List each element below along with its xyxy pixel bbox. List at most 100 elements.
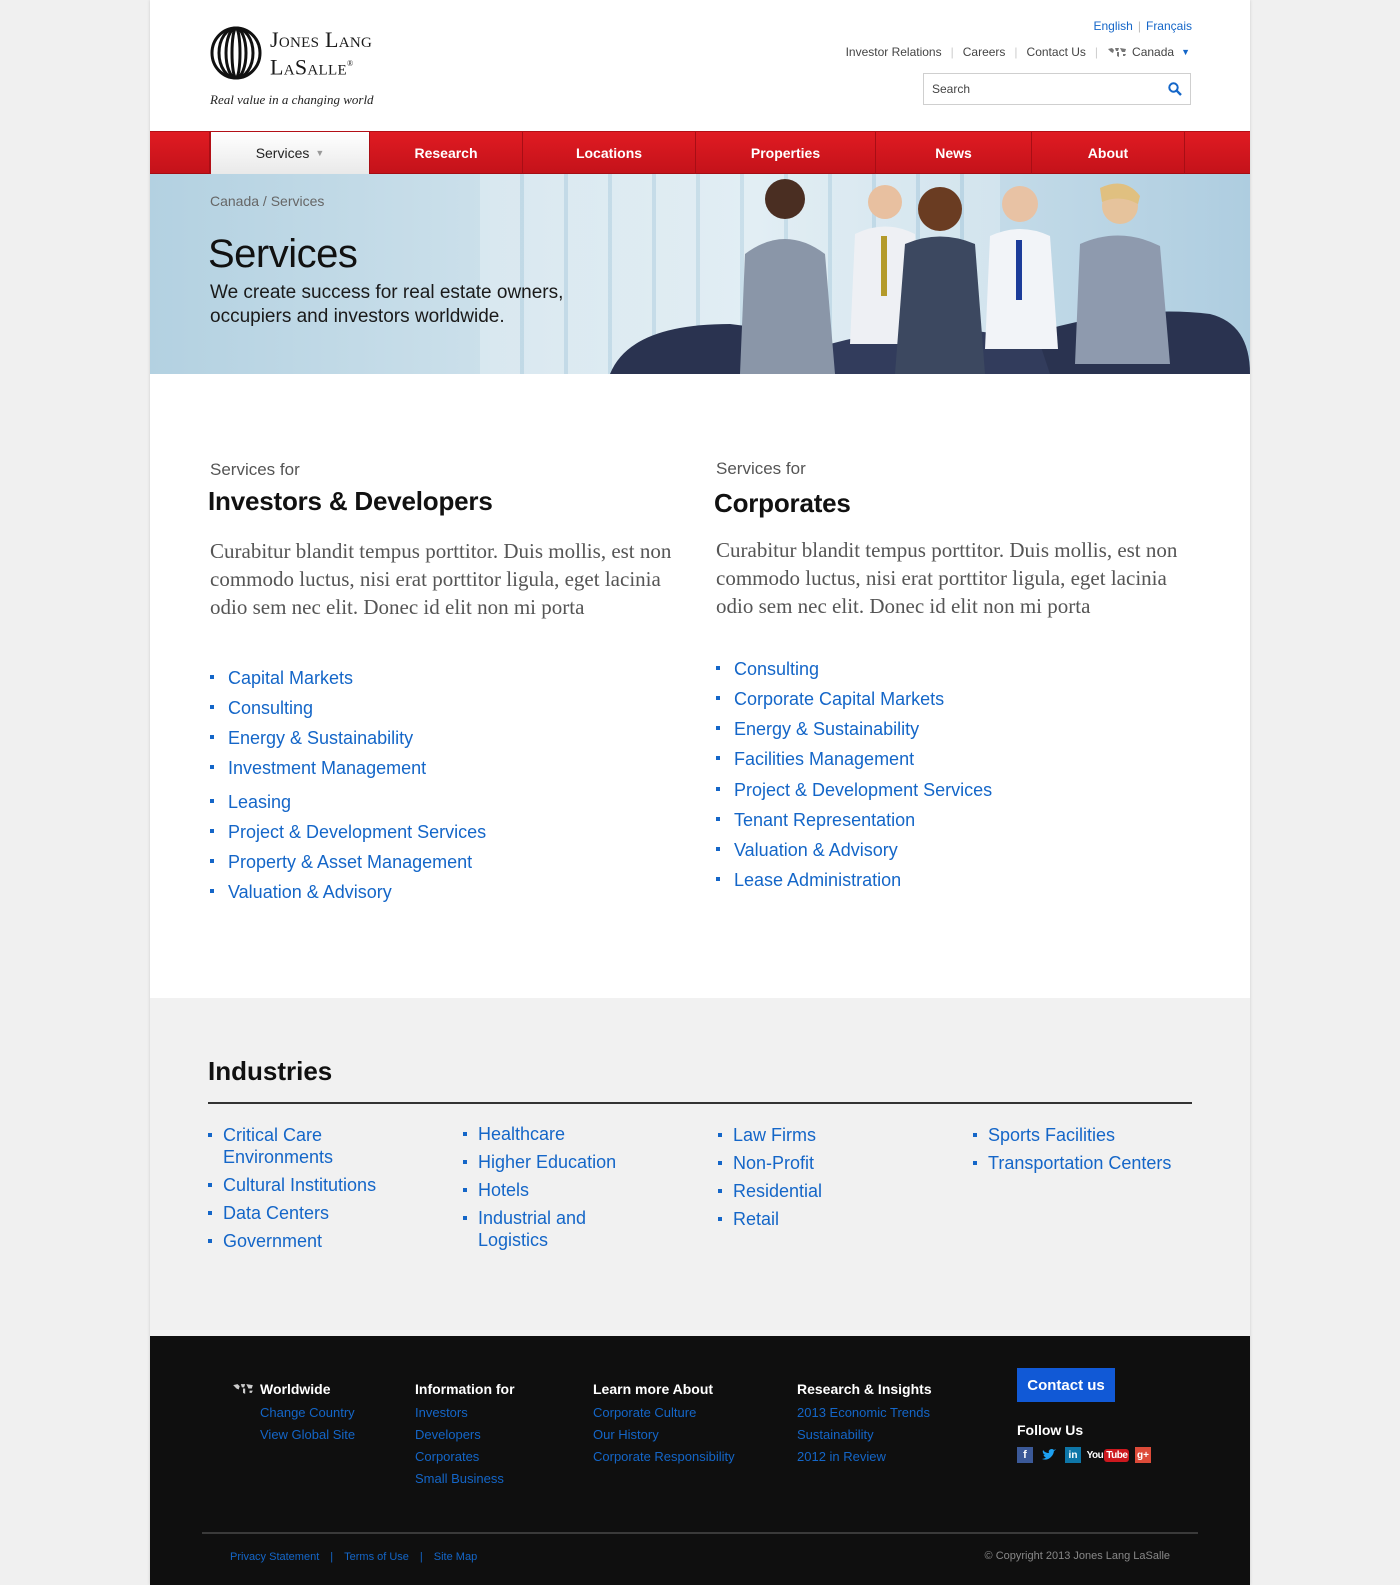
footer-link[interactable]: 2013 Economic Trends xyxy=(797,1402,932,1424)
footer-links: Change Country View Global Site xyxy=(232,1402,355,1446)
service-link[interactable]: Facilities Management xyxy=(716,744,1184,774)
logo-line-1: Jones Lang xyxy=(270,27,373,52)
industry-link[interactable]: Healthcare xyxy=(463,1123,633,1145)
nav-label: Research xyxy=(414,145,478,161)
industry-link[interactable]: Transportation Centers xyxy=(973,1152,1193,1174)
service-link[interactable]: Project & Development Services xyxy=(210,817,678,847)
privacy-statement-link[interactable]: Privacy Statement xyxy=(230,1551,319,1563)
services-corporates-section: Services for Corporates Curabitur blandi… xyxy=(714,459,1184,895)
country-selector[interactable]: Canada ▼ xyxy=(1107,45,1190,59)
world-map-icon xyxy=(1108,47,1127,57)
footer-link[interactable]: Investors xyxy=(415,1402,515,1424)
industry-link[interactable]: Cultural Institutions xyxy=(208,1174,408,1196)
industry-link[interactable]: Critical Care Environments xyxy=(208,1124,408,1168)
terms-of-use-link[interactable]: Terms of Use xyxy=(344,1551,409,1563)
service-link[interactable]: Consulting xyxy=(716,654,1184,684)
footer-link[interactable]: 2012 in Review xyxy=(797,1446,932,1468)
service-link[interactable]: Energy & Sustainability xyxy=(716,714,1184,744)
footer-legal-links: Privacy Statement | Terms of Use | Site … xyxy=(230,1551,477,1563)
investor-relations-link[interactable]: Investor Relations xyxy=(846,45,942,59)
footer-heading-text: Worldwide xyxy=(260,1381,331,1397)
industries-column-4: Sports Facilities Transportation Centers xyxy=(973,1124,1193,1180)
follow-us-label: Follow Us xyxy=(1017,1422,1084,1438)
facebook-icon[interactable]: f xyxy=(1017,1447,1033,1463)
divider: | xyxy=(1014,45,1018,59)
service-link[interactable]: Valuation & Advisory xyxy=(716,835,1184,865)
footer-link[interactable]: Corporate Culture xyxy=(593,1402,735,1424)
section-prefix: Services for xyxy=(716,459,806,478)
industry-link[interactable]: Non-Profit xyxy=(718,1152,938,1174)
copyright: © Copyright 2013 Jones Lang LaSalle xyxy=(984,1550,1170,1562)
industry-link[interactable]: Sports Facilities xyxy=(973,1124,1193,1146)
service-link[interactable]: Valuation & Advisory xyxy=(210,877,678,907)
social-links: f in You Tube g+ xyxy=(1017,1447,1151,1463)
nav-item-locations[interactable]: Locations xyxy=(523,132,696,174)
service-link[interactable]: Lease Administration xyxy=(716,865,1184,895)
utility-nav: Investor Relations | Careers | Contact U… xyxy=(846,45,1190,59)
service-link[interactable]: Energy & Sustainability xyxy=(210,723,678,753)
section-title: Corporates xyxy=(714,488,851,518)
footer-link[interactable]: Corporate Responsibility xyxy=(593,1446,735,1468)
lang-francais[interactable]: Français xyxy=(1146,19,1192,33)
footer-link[interactable]: Our History xyxy=(593,1424,735,1446)
page: Jones Lang LaSalle® Real value in a chan… xyxy=(150,0,1250,1585)
nav-item-about[interactable]: About xyxy=(1032,132,1185,174)
industry-link[interactable]: Law Firms xyxy=(718,1124,938,1146)
industry-link[interactable]: Hotels xyxy=(463,1179,633,1201)
contact-us-button[interactable]: Contact us xyxy=(1017,1368,1115,1402)
tagline: Real value in a changing world xyxy=(210,92,374,107)
search-icon[interactable] xyxy=(1168,82,1182,96)
industry-link[interactable]: Retail xyxy=(718,1208,938,1230)
service-link[interactable]: Property & Asset Management xyxy=(210,847,678,877)
section-description: Curabitur blandit tempus porttitor. Duis… xyxy=(210,539,672,619)
footer-column-information: Information for Investors Developers Cor… xyxy=(415,1380,515,1490)
nav-item-services[interactable]: Services ▼ xyxy=(210,132,370,174)
footer-column-learn-more: Learn more About Corporate Culture Our H… xyxy=(593,1380,735,1468)
contact-us-link[interactable]: Contact Us xyxy=(1027,45,1086,59)
nav-item-research[interactable]: Research xyxy=(370,132,523,174)
industry-link[interactable]: Residential xyxy=(718,1180,938,1202)
search-input[interactable] xyxy=(932,82,1168,96)
footer-link[interactable]: Small Business xyxy=(415,1468,515,1490)
logo-line-2-text: LaSalle xyxy=(270,54,347,80)
googleplus-icon[interactable]: g+ xyxy=(1135,1447,1151,1463)
industries-column-2: Healthcare Higher Education Hotels Indus… xyxy=(463,1123,633,1257)
twitter-icon[interactable] xyxy=(1041,1447,1057,1463)
service-link[interactable]: Leasing xyxy=(210,787,678,817)
site-map-link[interactable]: Site Map xyxy=(434,1551,477,1563)
industry-link[interactable]: Government xyxy=(208,1230,408,1252)
service-link[interactable]: Corporate Capital Markets xyxy=(716,684,1184,714)
divider xyxy=(208,1102,1192,1104)
footer-link[interactable]: View Global Site xyxy=(260,1424,355,1446)
footer-links: Corporate Culture Our History Corporate … xyxy=(593,1402,735,1468)
company-logo[interactable]: Jones Lang LaSalle® Real value in a chan… xyxy=(210,26,385,111)
nav-item-news[interactable]: News xyxy=(876,132,1032,174)
service-link[interactable]: Consulting xyxy=(210,693,678,723)
youtube-icon[interactable]: You Tube xyxy=(1087,1447,1130,1463)
industries-column-3: Law Firms Non-Profit Residential Retail xyxy=(718,1124,938,1236)
careers-link[interactable]: Careers xyxy=(963,45,1006,59)
footer-heading: Learn more About xyxy=(593,1381,714,1397)
lang-english[interactable]: English xyxy=(1094,19,1133,33)
industry-link[interactable]: Industrial and Logistics xyxy=(463,1207,633,1251)
linkedin-icon[interactable]: in xyxy=(1065,1447,1081,1463)
section-title: Investors & Developers xyxy=(208,486,493,516)
industry-link[interactable]: Data Centers xyxy=(208,1202,408,1224)
logo-mark-icon xyxy=(210,26,262,80)
footer-link[interactable]: Corporates xyxy=(415,1446,515,1468)
footer-link[interactable]: Sustainability xyxy=(797,1424,932,1446)
footer-heading: Research & Insights xyxy=(797,1381,932,1397)
service-link[interactable]: Capital Markets xyxy=(210,663,678,693)
chevron-down-icon: ▼ xyxy=(1181,47,1190,57)
service-link[interactable]: Tenant Representation xyxy=(716,805,1184,835)
footer-link[interactable]: Change Country xyxy=(260,1402,355,1424)
nav-item-properties[interactable]: Properties xyxy=(696,132,876,174)
world-map-icon xyxy=(233,1384,253,1394)
service-link[interactable]: Investment Management xyxy=(210,753,678,783)
divider: | xyxy=(1094,45,1099,59)
industry-link[interactable]: Higher Education xyxy=(463,1151,633,1173)
service-link[interactable]: Project & Development Services xyxy=(716,775,1184,805)
footer-link[interactable]: Developers xyxy=(415,1424,515,1446)
service-list: Capital Markets Consulting Energy & Sust… xyxy=(208,663,678,907)
divider: | xyxy=(1137,19,1141,33)
